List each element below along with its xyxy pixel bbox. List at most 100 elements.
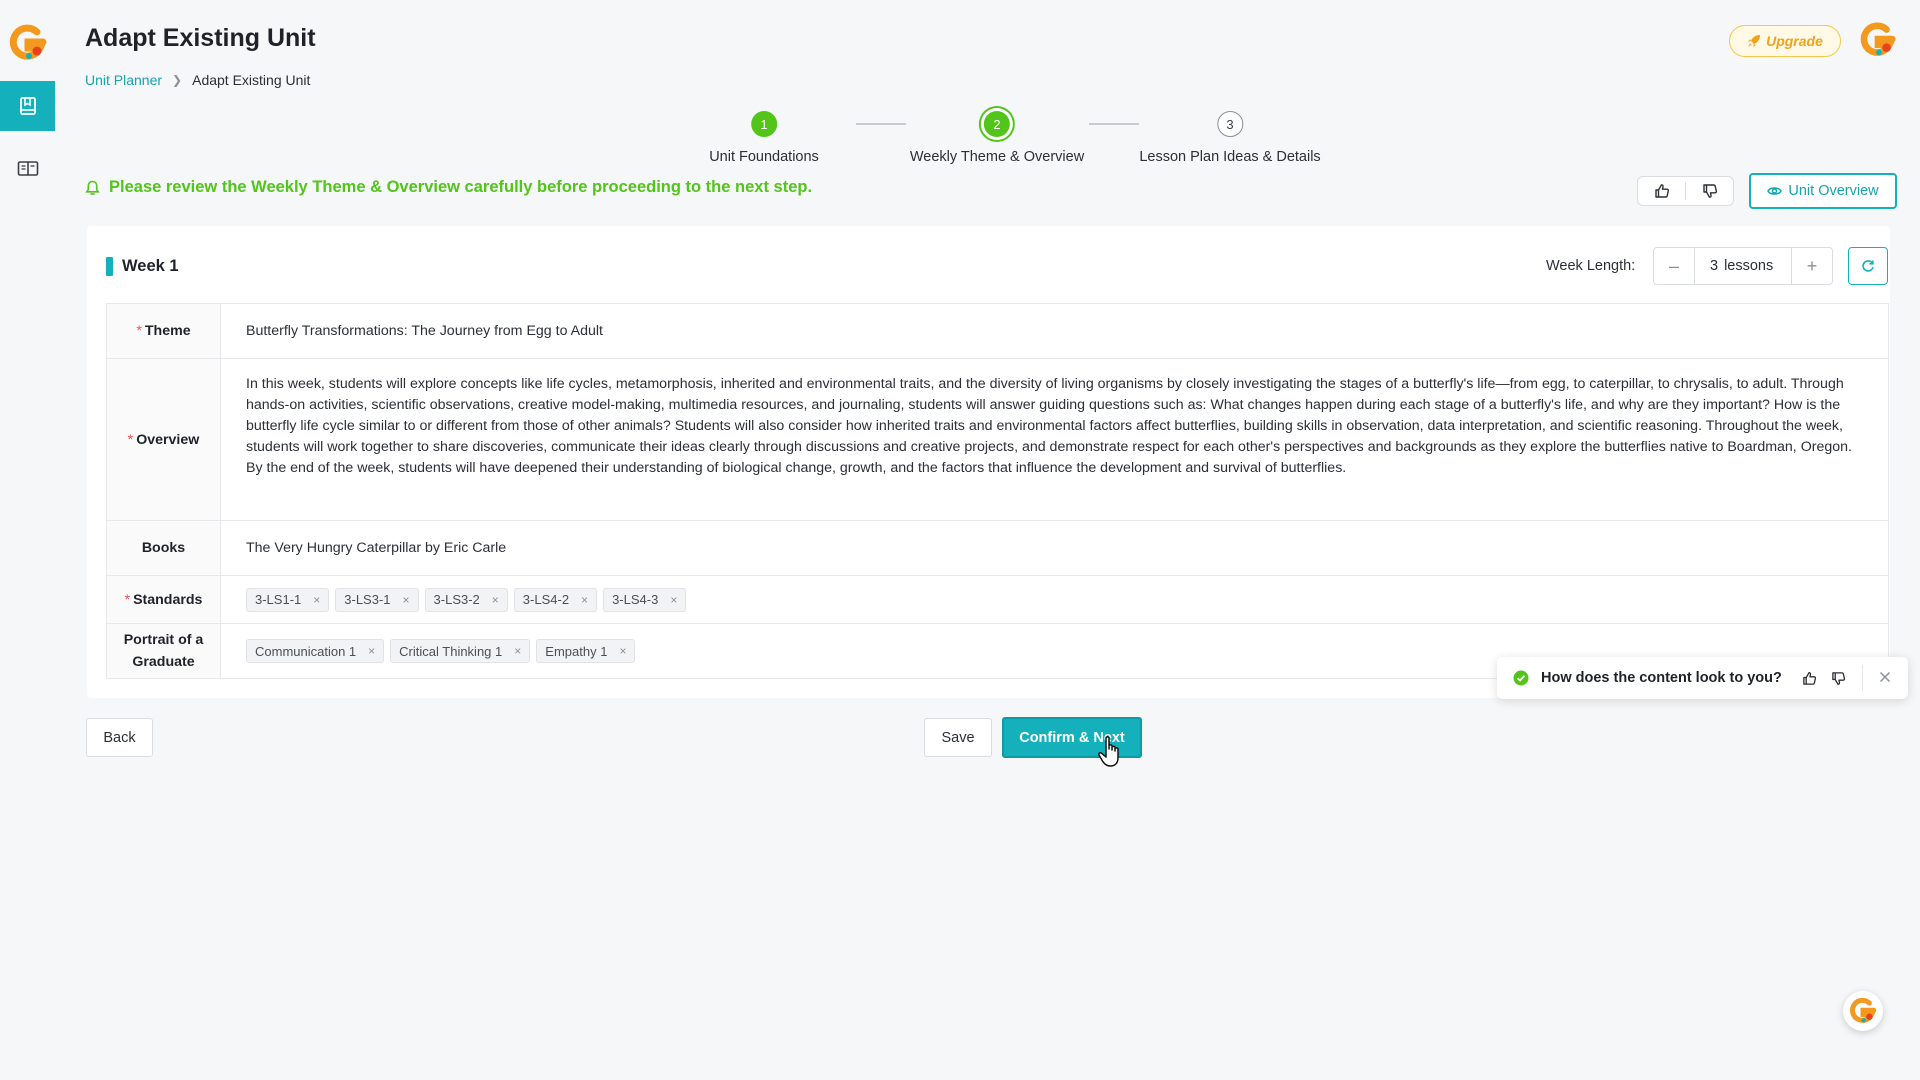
step-unit-foundations[interactable]: 1 Unit Foundations xyxy=(709,108,819,165)
close-icon[interactable] xyxy=(1877,669,1893,685)
chevron-right-icon: ❯ xyxy=(172,73,183,87)
tag-label: 3-LS3-2 xyxy=(433,592,480,607)
overview-text: In this week, students will explore conc… xyxy=(246,376,1852,476)
overview-label-cell: * Overview xyxy=(106,358,221,521)
notice-text: Please review the Weekly Theme & Overvie… xyxy=(109,178,813,196)
tag-label: 3-LS3-1 xyxy=(344,592,391,607)
page-feedback xyxy=(1637,176,1734,206)
unit-overview-label: Unit Overview xyxy=(1788,183,1879,199)
tag-remove-icon[interactable]: × xyxy=(492,593,499,607)
theme-field[interactable]: Butterfly Transformations: The Journey f… xyxy=(220,303,1889,359)
books-label: Books xyxy=(141,540,186,556)
required-marker: * xyxy=(124,591,131,608)
week-length-value[interactable]: 3 lessons xyxy=(1694,248,1792,284)
step-connector xyxy=(1089,123,1139,125)
unit-overview-button[interactable]: Unit Overview xyxy=(1749,173,1897,209)
standards-row: * Standards 3-LS1-1 × 3-LS3-1 × 3-LS3-2 × 3-LS4… xyxy=(106,575,1889,624)
week-heading: Week 1 xyxy=(106,257,179,276)
theme-row: * Theme Butterfly Transformations: The Jo… xyxy=(106,303,1889,359)
upgrade-button[interactable]: Upgrade xyxy=(1729,25,1841,57)
week-length-label: Week Length: xyxy=(1546,258,1636,274)
thumbs-up-button[interactable] xyxy=(1638,177,1685,205)
required-marker: * xyxy=(127,431,134,448)
review-notice: Please review the Weekly Theme & Overvie… xyxy=(85,178,812,197)
tag-label: Critical Thinking 1 xyxy=(399,643,503,659)
overview-field[interactable]: In this week, students will explore conc… xyxy=(220,358,1889,521)
overview-label: Overview xyxy=(136,431,200,448)
user-avatar-icon[interactable] xyxy=(1858,20,1898,60)
tag-label: 3-LS1-1 xyxy=(255,592,302,607)
hand-cursor-icon xyxy=(1098,736,1119,767)
thumbs-down-icon xyxy=(1702,184,1717,198)
tag-remove-icon[interactable]: × xyxy=(514,644,521,658)
feedback-toast: How does the content look to you? xyxy=(1497,657,1908,699)
books-field[interactable]: The Very Hungry Caterpillar by Eric Carl… xyxy=(220,520,1889,576)
tag: 3-LS4-2 × xyxy=(513,587,598,612)
tag-remove-icon[interactable]: × xyxy=(670,593,677,607)
tag: 3-LS4-3 × xyxy=(603,587,687,612)
tag-remove-icon[interactable]: × xyxy=(403,593,410,607)
thumbs-up-icon[interactable] xyxy=(1802,671,1817,686)
week-title: Week 1 xyxy=(122,257,179,275)
divider xyxy=(1862,665,1863,691)
tag: Empathy 1 × xyxy=(536,639,636,663)
plus-icon: + xyxy=(1806,255,1818,276)
step-number: 2 xyxy=(983,111,1010,137)
step-lesson-plan-ideas[interactable]: 3 Lesson Plan Ideas & Details xyxy=(1139,108,1321,165)
thumbs-up-icon xyxy=(1654,184,1669,198)
app-logo-icon[interactable] xyxy=(7,22,49,64)
required-marker: * xyxy=(136,323,142,339)
overview-row: * Overview In this week, students will ex… xyxy=(106,358,1889,521)
portrait-label: Portrait of a Graduate xyxy=(123,632,204,670)
tag: Critical Thinking 1 × xyxy=(390,639,531,663)
tag-label: 3-LS4-3 xyxy=(612,592,659,607)
upgrade-label: Upgrade xyxy=(1766,33,1823,49)
tag-remove-icon[interactable]: × xyxy=(619,644,626,658)
refresh-icon xyxy=(1862,260,1874,272)
standards-field[interactable]: 3-LS1-1 × 3-LS3-1 × 3-LS3-2 × 3-LS4-2 × 3-LS4-3 × xyxy=(220,575,1889,624)
check-circle-icon xyxy=(1513,670,1529,686)
decrement-button[interactable]: – xyxy=(1654,248,1694,284)
save-button[interactable]: Save xyxy=(924,718,992,757)
step-connector xyxy=(856,123,906,125)
standards-label-cell: * Standards xyxy=(106,575,221,624)
step-number: 3 xyxy=(1216,111,1243,137)
week-length-number: 3 xyxy=(1710,258,1719,274)
back-button[interactable]: Back xyxy=(86,718,153,757)
tag: Communication 1 × xyxy=(246,639,385,663)
breadcrumb: Unit Planner ❯ Adapt Existing Unit xyxy=(85,72,310,88)
tag: 3-LS3-1 × xyxy=(335,587,419,612)
tag: 3-LS3-2 × xyxy=(424,587,508,612)
step-label: Lesson Plan Ideas & Details xyxy=(1139,149,1321,165)
thumbs-down-button[interactable] xyxy=(1686,177,1733,205)
page-title: Adapt Existing Unit xyxy=(85,24,316,52)
assistant-logo-icon xyxy=(1850,997,1877,1023)
assistant-launcher[interactable] xyxy=(1843,991,1883,1031)
tag-remove-icon[interactable]: × xyxy=(368,644,375,658)
step-weekly-theme[interactable]: 2 Weekly Theme & Overview xyxy=(910,108,1084,165)
progress-steps: 1 Unit Foundations 2 Weekly Theme & Over… xyxy=(0,108,1920,168)
increment-button[interactable]: + xyxy=(1792,248,1832,284)
toast-feedback xyxy=(1802,671,1846,686)
regenerate-button[interactable] xyxy=(1848,247,1888,285)
tag: 3-LS1-1 × xyxy=(246,587,330,612)
theme-label-cell: * Theme xyxy=(106,303,221,359)
thumbs-down-icon[interactable] xyxy=(1831,671,1846,686)
week-length-stepper: – 3 lessons + xyxy=(1653,247,1833,285)
books-row: Books The Very Hungry Caterpillar by Eri… xyxy=(106,520,1889,576)
standards-tag-list: 3-LS1-1 × 3-LS3-1 × 3-LS3-2 × 3-LS4-2 × 3-LS4-3 × xyxy=(246,587,1863,612)
bell-icon xyxy=(85,180,100,195)
tag-label: Communication 1 xyxy=(255,643,357,659)
breadcrumb-link-unit-planner[interactable]: Unit Planner xyxy=(85,72,162,88)
breadcrumb-current: Adapt Existing Unit xyxy=(192,72,311,88)
week-length-unit: lessons xyxy=(1724,258,1774,274)
toast-message: How does the content look to you? xyxy=(1541,670,1782,686)
tag-remove-icon[interactable]: × xyxy=(313,593,320,607)
step-label: Weekly Theme & Overview xyxy=(909,149,1085,165)
standards-label: Standards xyxy=(133,591,203,608)
week-form: * Theme Butterfly Transformations: The Jo… xyxy=(106,303,1889,679)
tag-remove-icon[interactable]: × xyxy=(581,593,588,607)
theme-label: Theme xyxy=(144,323,191,339)
books-label-cell: Books xyxy=(106,520,221,576)
minus-icon: – xyxy=(1668,255,1679,276)
